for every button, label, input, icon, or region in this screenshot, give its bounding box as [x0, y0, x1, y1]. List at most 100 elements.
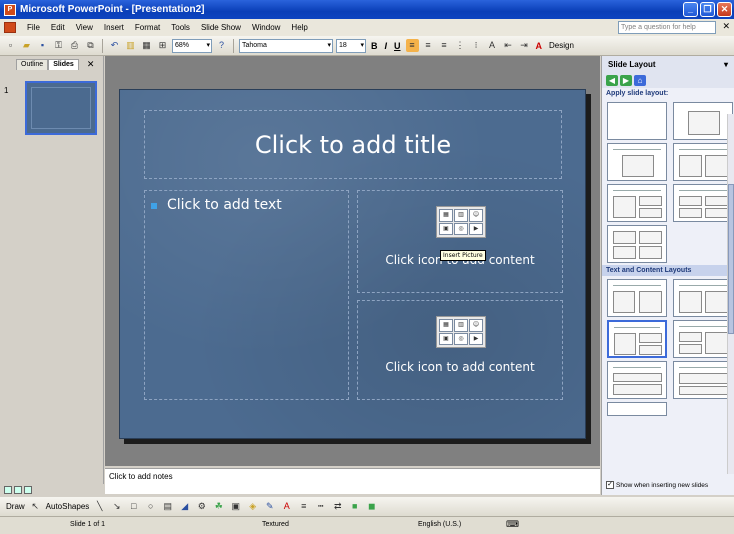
- back-icon[interactable]: ◀: [606, 75, 618, 86]
- layout-title-two-content[interactable]: [673, 143, 733, 181]
- underline-button[interactable]: U: [392, 41, 403, 51]
- oval-icon[interactable]: ○: [144, 500, 157, 513]
- font-color-icon[interactable]: A: [280, 500, 293, 513]
- layout-text-and-content[interactable]: [607, 279, 667, 317]
- draw-menu-button[interactable]: Draw: [6, 502, 25, 511]
- notes-pane[interactable]: Click to add notes: [105, 468, 600, 494]
- layout-content[interactable]: [673, 102, 733, 140]
- task-pane-scrollbar[interactable]: [727, 114, 734, 474]
- grid-icon[interactable]: ⊞: [156, 39, 169, 52]
- increase-indent-icon[interactable]: ⇥: [518, 39, 531, 52]
- tab-outline[interactable]: Outline: [16, 59, 49, 70]
- menu-window[interactable]: Window: [252, 23, 280, 32]
- design-button[interactable]: Design: [547, 41, 576, 50]
- bullets-icon[interactable]: ⁝: [470, 39, 483, 52]
- font-color-button[interactable]: A: [534, 41, 545, 51]
- save-icon[interactable]: ▪: [36, 39, 49, 52]
- layout-title-text-over-content[interactable]: [607, 361, 667, 399]
- content-placeholder-1[interactable]: ▦ ▥ ☺ ▣ ◎ ▶ Click icon to add content In…: [357, 190, 563, 293]
- menu-edit[interactable]: Edit: [51, 23, 65, 32]
- italic-button[interactable]: I: [383, 41, 390, 51]
- line-color-icon[interactable]: ✎: [263, 500, 276, 513]
- copy-icon[interactable]: ⧉: [84, 39, 97, 52]
- insert-diagram-icon[interactable]: ◎: [454, 222, 468, 235]
- font-size-select[interactable]: 18: [336, 38, 366, 53]
- slide-thumbnail[interactable]: [25, 81, 97, 135]
- dash-style-icon[interactable]: ┅: [314, 500, 327, 513]
- home-icon[interactable]: ⌂: [634, 75, 646, 86]
- layout-blank[interactable]: [607, 102, 667, 140]
- picture-icon[interactable]: ▣: [229, 500, 242, 513]
- textbox-icon[interactable]: ▤: [161, 500, 174, 513]
- insert-media-icon[interactable]: ▶: [469, 332, 483, 345]
- fill-color-icon[interactable]: ◈: [246, 500, 259, 513]
- minimize-button[interactable]: _: [683, 2, 698, 17]
- rectangle-icon[interactable]: □: [127, 500, 140, 513]
- menu-tools[interactable]: Tools: [171, 23, 190, 32]
- arrow-style-icon[interactable]: ⇄: [331, 500, 344, 513]
- menu-format[interactable]: Format: [135, 23, 160, 32]
- content-placeholder-2[interactable]: ▦ ▥ ☺ ▣ ◎ ▶ Click icon to add content: [357, 300, 563, 400]
- document-icon[interactable]: [4, 22, 16, 33]
- increase-font-icon[interactable]: A: [486, 39, 499, 52]
- title-placeholder[interactable]: Click to add title: [144, 110, 562, 179]
- numbering-icon[interactable]: ⋮: [454, 39, 467, 52]
- menu-view[interactable]: View: [76, 23, 93, 32]
- layout-title-content-over-two[interactable]: [607, 184, 667, 222]
- clipart-icon[interactable]: ☘: [212, 500, 225, 513]
- new-icon[interactable]: ▫: [4, 39, 17, 52]
- shadow-icon[interactable]: ■: [348, 500, 361, 513]
- close-button[interactable]: ✕: [717, 2, 732, 17]
- insert-media-icon[interactable]: ▶: [469, 222, 483, 235]
- diagram-icon[interactable]: ⚙: [195, 500, 208, 513]
- bold-button[interactable]: B: [369, 41, 380, 51]
- permission-icon[interactable]: ⚿: [52, 39, 65, 52]
- menu-help[interactable]: Help: [291, 23, 307, 32]
- layout-partial[interactable]: [607, 402, 667, 416]
- autoshapes-button[interactable]: AutoShapes: [46, 502, 90, 511]
- slide-sorter-view-icon[interactable]: [14, 486, 22, 494]
- align-center-icon[interactable]: ≡: [422, 39, 435, 52]
- select-objects-icon[interactable]: ↖: [29, 500, 42, 513]
- forward-icon[interactable]: ▶: [620, 75, 632, 86]
- insert-chart-icon[interactable]: ▥: [454, 319, 468, 332]
- insert-table-icon[interactable]: ▦: [439, 319, 453, 332]
- close-document-icon[interactable]: ✕: [722, 21, 730, 32]
- chart-icon[interactable]: ▥: [124, 39, 137, 52]
- print-icon[interactable]: ⎙: [68, 39, 81, 52]
- layout-title-content[interactable]: [607, 143, 667, 181]
- insert-picture-icon[interactable]: ▣: [439, 332, 453, 345]
- insert-picture-icon[interactable]: ▣: [439, 222, 453, 235]
- wordart-icon[interactable]: ◢: [178, 500, 191, 513]
- 3d-icon[interactable]: ◼: [365, 500, 378, 513]
- open-icon[interactable]: ▰: [20, 39, 33, 52]
- insert-diagram-icon[interactable]: ◎: [454, 332, 468, 345]
- align-right-icon[interactable]: ≡: [438, 39, 451, 52]
- scrollbar-thumb[interactable]: [728, 184, 734, 334]
- layout-title-four-content[interactable]: [673, 184, 733, 222]
- menu-file[interactable]: File: [27, 23, 40, 32]
- insert-clipart-icon[interactable]: ☺: [469, 209, 483, 222]
- task-pane-menu-icon[interactable]: ▾: [724, 60, 728, 69]
- help-icon[interactable]: ?: [215, 39, 228, 52]
- line-icon[interactable]: ╲: [93, 500, 106, 513]
- font-select[interactable]: Tahoma: [239, 38, 333, 53]
- normal-view-icon[interactable]: [4, 486, 12, 494]
- line-style-icon[interactable]: ≡: [297, 500, 310, 513]
- decrease-indent-icon[interactable]: ⇤: [502, 39, 515, 52]
- layout-text-two-content[interactable]: [607, 320, 667, 358]
- undo-icon[interactable]: ↶: [108, 39, 121, 52]
- insert-table-icon[interactable]: ▦: [439, 209, 453, 222]
- menu-insert[interactable]: Insert: [104, 23, 124, 32]
- layout-content-and-text[interactable]: [673, 279, 733, 317]
- ask-question-input[interactable]: Type a question for help: [618, 21, 716, 34]
- layout-two-content-text[interactable]: [673, 320, 733, 358]
- restore-button[interactable]: ❐: [700, 2, 715, 17]
- menu-slide-show[interactable]: Slide Show: [201, 23, 241, 32]
- layout-title-content-over-text[interactable]: [673, 361, 733, 399]
- text-placeholder[interactable]: Click to add text: [144, 190, 349, 400]
- zoom-select[interactable]: 68%: [172, 38, 212, 53]
- align-left-icon[interactable]: ≡: [405, 39, 419, 52]
- layout-four-content[interactable]: [607, 225, 667, 263]
- table-icon[interactable]: ▦: [140, 39, 153, 52]
